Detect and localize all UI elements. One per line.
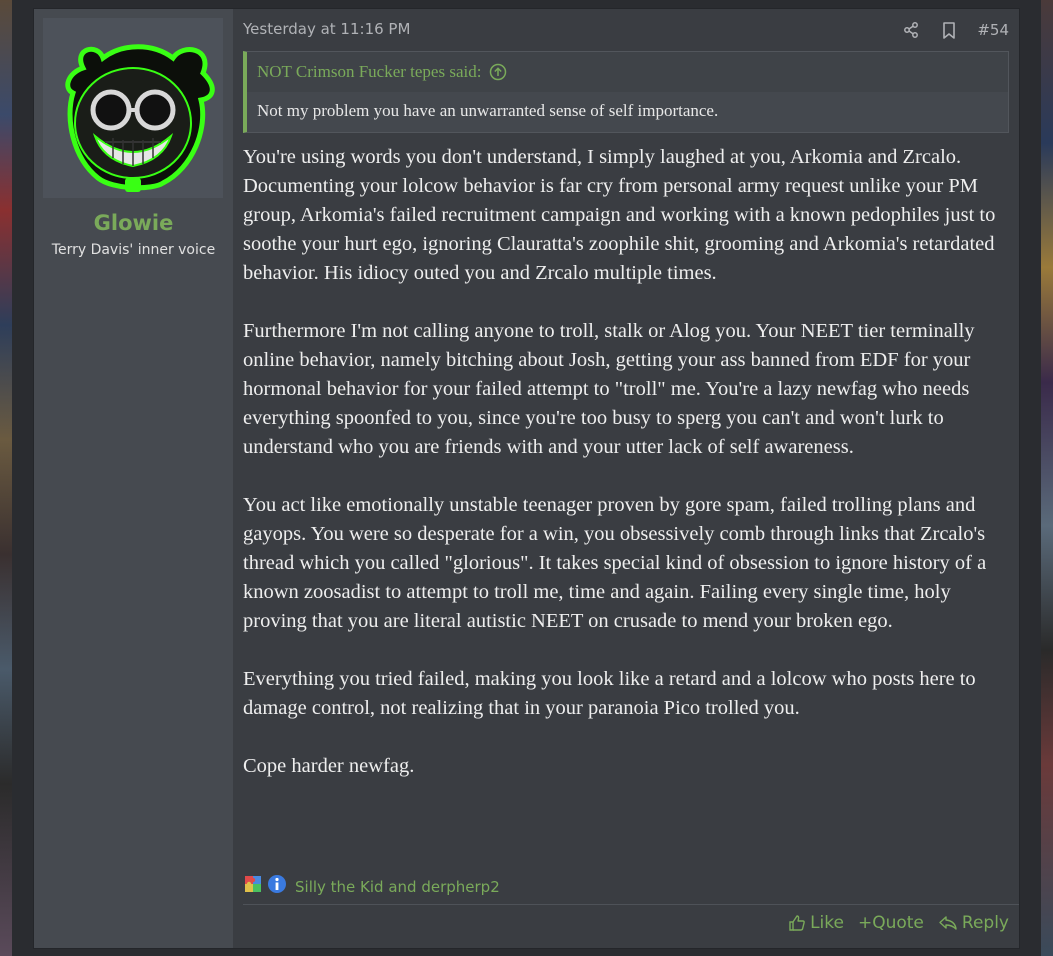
thumbs-up-icon: [789, 915, 805, 931]
autistic-puzzle-icon: [243, 874, 263, 899]
message-paragraph: You're using words you don't understand,…: [243, 146, 996, 284]
message-paragraph: You act like emotionally unstable teenag…: [243, 494, 987, 632]
reactions-bar[interactable]: Silly the Kid and derpherp2: [243, 874, 500, 899]
post-actions: Like +Quote Reply: [788, 913, 1009, 933]
message-paragraph: Cope harder newfag.: [243, 755, 415, 777]
background-strip-left: [0, 0, 12, 956]
share-icon[interactable]: [901, 20, 921, 40]
post-number-link[interactable]: #54: [977, 21, 1009, 39]
informative-icon: [267, 874, 287, 899]
quote-header[interactable]: NOT Crimson Fucker tepes said:: [247, 52, 1008, 92]
post-footer: Like +Quote Reply: [243, 904, 1019, 951]
username[interactable]: Glowie: [34, 211, 233, 235]
post-message: You're using words you don't understand,…: [243, 143, 1013, 781]
forum-post: Glowie Terry Davis' inner voice Yesterda…: [33, 8, 1020, 949]
bookmark-icon[interactable]: [939, 20, 959, 40]
like-button[interactable]: Like: [788, 913, 844, 933]
post-header-actions: #54: [901, 20, 1009, 40]
quote-block: NOT Crimson Fucker tepes said: Not my pr…: [243, 51, 1009, 133]
post-header: Yesterday at 11:16 PM #54: [243, 20, 1009, 42]
reaction-names-link[interactable]: Silly the Kid and derpherp2: [295, 878, 500, 896]
quote-text: Not my problem you have an unwarranted s…: [257, 101, 719, 120]
reply-label: Reply: [961, 913, 1009, 933]
avatar-image: [43, 18, 223, 198]
post-date[interactable]: Yesterday at 11:16 PM: [243, 20, 410, 38]
avatar[interactable]: [43, 18, 223, 198]
background-strip-right: [1041, 0, 1053, 956]
reply-arrow-icon: [939, 916, 957, 930]
quote-button[interactable]: +Quote: [858, 913, 924, 933]
like-label: Like: [810, 913, 844, 933]
user-info-column: Glowie Terry Davis' inner voice: [34, 9, 233, 948]
user-title: Terry Davis' inner voice: [51, 242, 216, 258]
post-main: Yesterday at 11:16 PM #54 NOT Crimson Fu…: [243, 9, 1019, 948]
message-paragraph: Furthermore I'm not calling anyone to tr…: [243, 320, 975, 458]
message-paragraph: Everything you tried failed, making you …: [243, 668, 976, 719]
arrow-up-circle-icon[interactable]: [489, 63, 507, 81]
quote-label: +Quote: [857, 913, 924, 933]
quote-attribution[interactable]: NOT Crimson Fucker tepes said:: [257, 62, 481, 82]
reply-button[interactable]: Reply: [938, 913, 1009, 933]
